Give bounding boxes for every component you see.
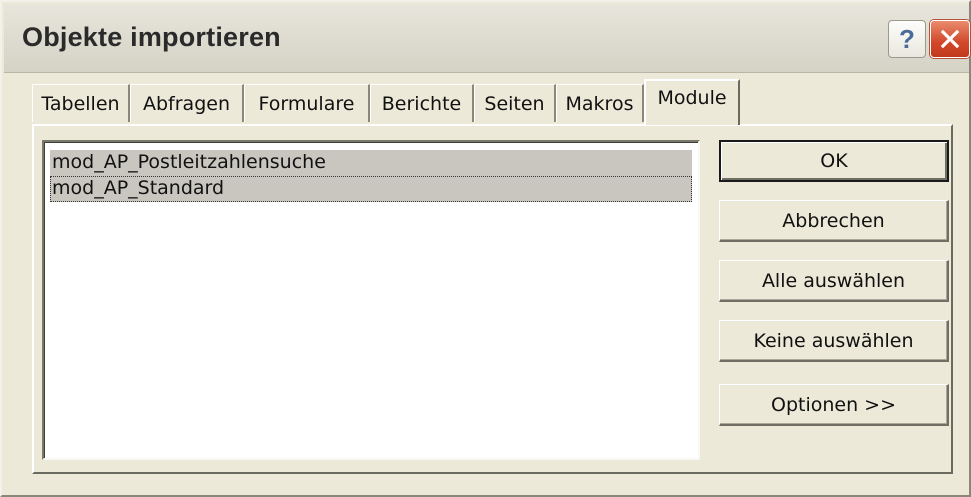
object-list[interactable]: mod_AP_Postleitzahlensuche mod_AP_Standa…	[42, 140, 700, 460]
tab-tabellen[interactable]: Tabellen	[32, 84, 130, 122]
title-bar: Objekte importieren ?	[4, 4, 970, 73]
list-item[interactable]: mod_AP_Standard	[50, 176, 692, 202]
tab-seiten[interactable]: Seiten	[474, 84, 556, 122]
tab-formulare[interactable]: Formulare	[244, 84, 370, 122]
close-button[interactable]	[930, 20, 970, 58]
close-icon	[940, 29, 960, 49]
ok-button[interactable]: OK	[719, 140, 949, 182]
options-button[interactable]: Optionen >>	[719, 384, 949, 426]
window-title: Objekte importieren	[22, 22, 281, 52]
tab-module[interactable]: Module	[644, 79, 740, 125]
list-item[interactable]: mod_AP_Postleitzahlensuche	[50, 150, 692, 176]
tab-abfragen[interactable]: Abfragen	[130, 84, 244, 122]
select-all-button[interactable]: Alle auswählen	[719, 260, 949, 302]
tab-berichte[interactable]: Berichte	[370, 84, 474, 122]
help-icon: ?	[899, 24, 915, 54]
tab-makros[interactable]: Makros	[556, 84, 644, 122]
help-button[interactable]: ?	[888, 20, 926, 58]
import-objects-dialog: Objekte importieren ? Tabellen Abfragen …	[0, 0, 971, 497]
select-none-button[interactable]: Keine auswählen	[719, 320, 949, 362]
cancel-button[interactable]: Abbrechen	[719, 200, 949, 242]
